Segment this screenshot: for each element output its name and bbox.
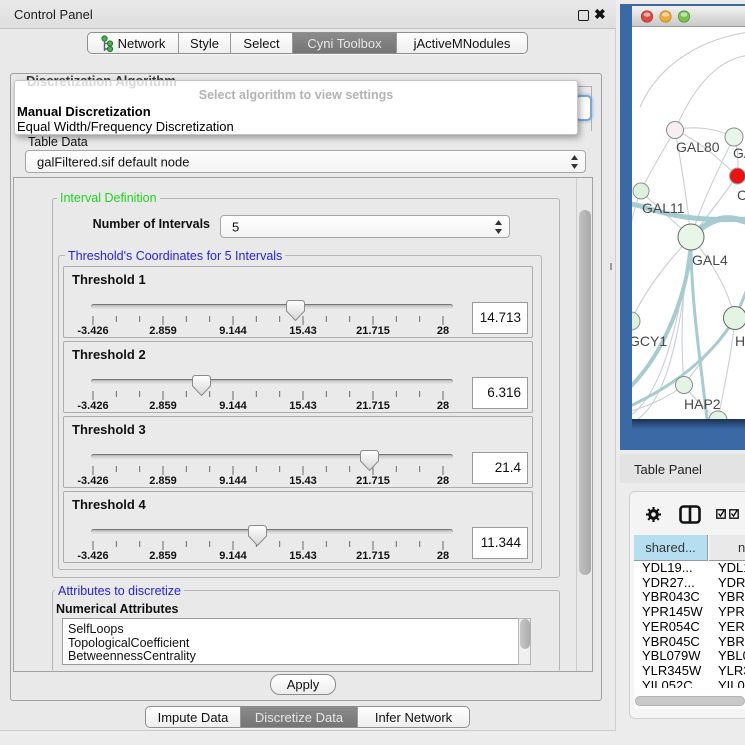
svg-text:HAP2: HAP2 [684, 396, 721, 412]
svg-text:GAL80: GAL80 [676, 139, 720, 155]
svg-text:H: H [735, 333, 745, 349]
svg-text:GAL4: GAL4 [692, 252, 728, 268]
svg-text:C: C [737, 187, 745, 203]
svg-text:GCY1: GCY1 [632, 333, 667, 349]
svg-text:GA: GA [733, 145, 745, 161]
svg-text:GAL11: GAL11 [642, 200, 685, 216]
